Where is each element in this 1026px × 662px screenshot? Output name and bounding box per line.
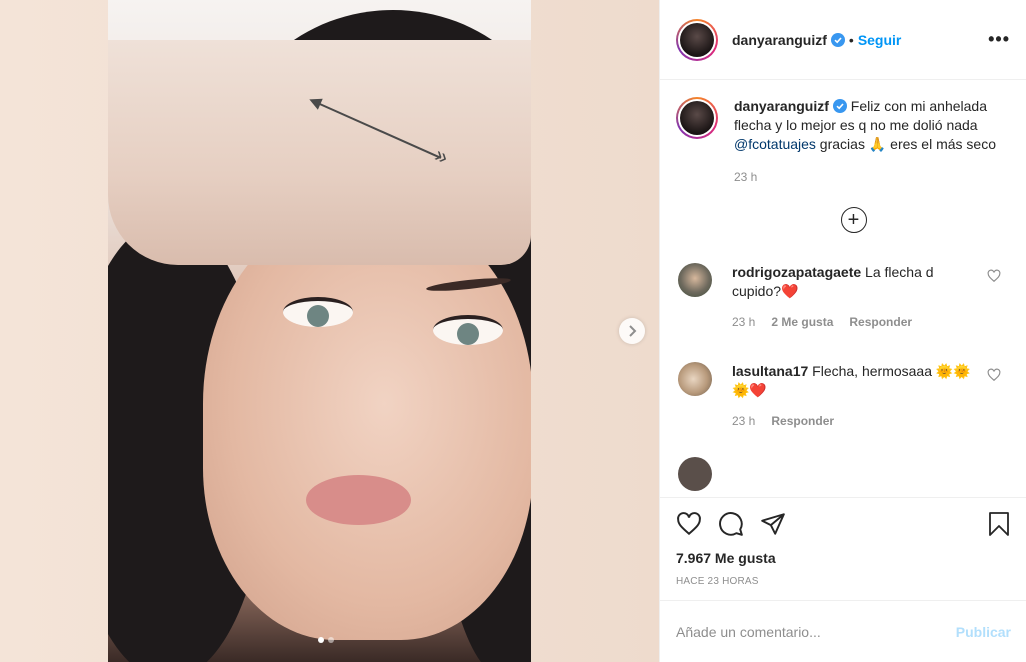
load-more-comments[interactable]: + (696, 207, 1011, 233)
post-header: danyaranguizf • Seguir ••• (660, 0, 1026, 80)
lips-shape (306, 475, 411, 525)
carousel-indicator (318, 637, 334, 643)
comments-section[interactable]: danyaranguizf Feliz con mi anhelada flec… (660, 81, 1026, 496)
caption-body: danyaranguizf Feliz con mi anhelada flec… (734, 97, 1011, 187)
caption-timestamp[interactable]: 23 h (734, 168, 1011, 187)
carousel-dot (328, 637, 334, 643)
next-slide-button[interactable] (619, 318, 645, 344)
arm-shape (108, 40, 531, 265)
plus-circle-icon[interactable]: + (840, 207, 867, 233)
action-icons (676, 508, 1011, 540)
comment-item: lasultana17 Flecha, hermosaaa 🌞🌞🌞❤️ 23 h… (676, 362, 1011, 431)
likes-count[interactable]: 7.967 Me gusta (676, 550, 1011, 566)
like-comment-heart-icon[interactable] (987, 269, 1001, 283)
bookmark-icon[interactable] (987, 511, 1011, 537)
post-side-panel: danyaranguizf • Seguir ••• danyaranguizf… (659, 0, 1026, 662)
comment-meta: 23 h Responder (732, 412, 977, 431)
publish-button[interactable]: Publicar (956, 624, 1011, 640)
verified-badge-icon (830, 32, 845, 47)
heart-icon[interactable] (676, 511, 702, 537)
caption-username[interactable]: danyaranguizf (734, 98, 829, 114)
post-caption: danyaranguizf Feliz con mi anhelada flec… (676, 97, 1011, 187)
comment-icon[interactable] (718, 511, 744, 537)
reply-button[interactable]: Responder (771, 412, 834, 431)
avatar-image (680, 101, 714, 135)
share-icon[interactable] (760, 511, 786, 537)
post-photo[interactable] (108, 0, 531, 662)
comment-likes-count[interactable]: 2 Me gusta (771, 313, 833, 332)
post-actions: 7.967 Me gusta HACE 23 HORAS (660, 497, 1026, 600)
verified-badge-icon (832, 99, 847, 113)
post-media (0, 0, 659, 662)
comment-body: rodrigozapatagaete La flecha d cupido?❤️… (732, 263, 977, 332)
face-shape (203, 210, 531, 640)
comment-timestamp[interactable]: 23 h (732, 412, 755, 431)
comment-meta: 23 h 2 Me gusta Responder (732, 313, 977, 332)
post-timestamp[interactable]: HACE 23 HORAS (676, 576, 1011, 587)
like-comment-heart-icon[interactable] (987, 368, 1001, 382)
comment-item-partial (676, 457, 1011, 491)
add-comment-bar: Publicar (660, 600, 1026, 662)
follow-button[interactable]: Seguir (858, 32, 902, 48)
commenter-avatar[interactable] (678, 362, 712, 396)
reply-button[interactable]: Responder (849, 313, 912, 332)
commenter-avatar[interactable] (678, 457, 712, 491)
separator-dot: • (848, 31, 854, 48)
comment-body: lasultana17 Flecha, hermosaaa 🌞🌞🌞❤️ 23 h… (732, 362, 977, 431)
eye-shape (283, 297, 353, 327)
eye-shape (433, 315, 503, 345)
author-avatar[interactable] (676, 18, 718, 61)
commenter-avatar[interactable] (678, 263, 712, 297)
comment-timestamp[interactable]: 23 h (732, 313, 755, 332)
caption-avatar[interactable] (676, 97, 718, 139)
avatar-image (680, 22, 714, 57)
commenter-username[interactable]: rodrigozapatagaete (732, 264, 861, 280)
more-options-icon[interactable]: ••• (988, 29, 1010, 50)
caption-text-end: gracias 🙏 eres el más seco (815, 136, 996, 152)
chevron-right-icon (629, 325, 637, 337)
comment-input[interactable] (676, 623, 956, 640)
comment-item: rodrigozapatagaete La flecha d cupido?❤️… (676, 263, 1011, 332)
caption-mention-link[interactable]: @fcotatuajes (734, 136, 816, 152)
carousel-dot (318, 637, 324, 643)
author-info: danyaranguizf • Seguir (732, 32, 901, 48)
author-username[interactable]: danyaranguizf (732, 32, 827, 48)
commenter-username[interactable]: lasultana17 (732, 363, 808, 379)
